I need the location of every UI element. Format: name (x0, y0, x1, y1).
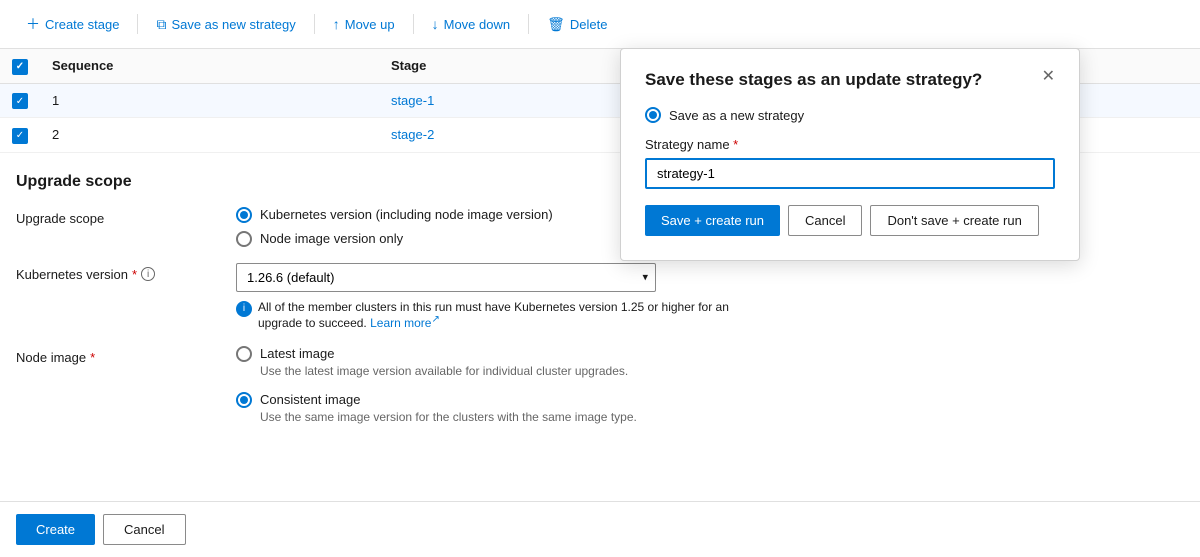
move-up-button[interactable]: ↑ Move up (323, 10, 405, 38)
node-image-control: Latest image Use the latest image versio… (236, 346, 1184, 424)
col-sequence: Sequence (40, 49, 379, 83)
dont-save-create-run-button[interactable]: Don't save + create run (870, 205, 1038, 236)
trash-icon: 🗑 (547, 16, 565, 33)
info-blue-icon: i (236, 301, 252, 317)
modal-close-button[interactable]: ✕ (1042, 69, 1055, 85)
toolbar-separator-1 (137, 14, 138, 34)
select-all-checkbox[interactable]: ✓ (12, 59, 28, 75)
row1-checkbox[interactable]: ✓ (12, 93, 28, 109)
toolbar-separator-2 (314, 14, 315, 34)
k8s-version-select-wrapper: 1.26.6 (default) ▾ (236, 263, 656, 292)
row2-stage: stage-2 (379, 118, 646, 153)
node-image-label: Node image * (16, 346, 236, 365)
k8s-version-control: 1.26.6 (default) ▾ i All of the member c… (236, 263, 1184, 330)
radio-k8s-icon (236, 207, 252, 223)
modal-radio-icon (645, 107, 661, 123)
row1-checkbox-cell: ✓ (0, 83, 40, 118)
strategy-required-star: * (733, 137, 738, 152)
row2-checkbox[interactable]: ✓ (12, 128, 28, 144)
modal-option-label: Save as a new strategy (669, 108, 804, 123)
consistent-image-sublabel: Use the same image version for the clust… (260, 410, 1184, 424)
create-button[interactable]: Create (16, 514, 95, 545)
external-link-icon: ↗ (431, 314, 439, 325)
arrow-up-icon: ↑ (333, 16, 340, 32)
node-consistent-radio-group: Consistent image Use the same image vers… (236, 386, 1184, 424)
toolbar: ＋ Create stage ⧉ Save as new strategy ↑ … (0, 0, 1200, 49)
radio-latest-image[interactable]: Latest image (236, 346, 1184, 362)
row2-seq: 2 (40, 118, 379, 153)
cancel-bottom-button[interactable]: Cancel (103, 514, 185, 545)
row1-seq: 1 (40, 83, 379, 118)
modal-cancel-button[interactable]: Cancel (788, 205, 862, 236)
k8s-version-select[interactable]: 1.26.6 (default) (236, 263, 656, 292)
toolbar-separator-3 (413, 14, 414, 34)
radio-latest-icon (236, 346, 252, 362)
delete-button[interactable]: 🗑 Delete (537, 10, 617, 39)
save-strategy-button[interactable]: ⧉ Save as new strategy (146, 10, 305, 39)
toolbar-separator-4 (528, 14, 529, 34)
bottom-bar: Create Cancel (0, 501, 1200, 557)
k8s-version-label: Kubernetes version * i (16, 263, 236, 282)
radio-consistent-icon (236, 392, 252, 408)
strategy-name-label: Strategy name * (645, 137, 1055, 152)
header-checkbox-cell: ✓ (0, 49, 40, 83)
k8s-version-info-icon[interactable]: i (141, 267, 155, 281)
upgrade-scope-label: Upgrade scope (16, 207, 236, 226)
plus-icon: ＋ (26, 14, 40, 34)
modal-save-option[interactable]: Save as a new strategy (645, 107, 1055, 123)
stage2-link[interactable]: stage-2 (391, 127, 434, 142)
radio-node-icon (236, 231, 252, 247)
save-strategy-modal: Save these stages as an update strategy?… (620, 48, 1080, 261)
kubernetes-version-row: Kubernetes version * i 1.26.6 (default) … (16, 263, 1184, 330)
row1-stage: stage-1 (379, 83, 646, 118)
node-latest-radio-group: Latest image Use the latest image versio… (236, 346, 1184, 378)
latest-image-sublabel: Use the latest image version available f… (260, 364, 1184, 378)
save-create-run-button[interactable]: Save + create run (645, 205, 780, 236)
radio-consistent-image[interactable]: Consistent image (236, 392, 1184, 408)
k8s-required-star: * (132, 267, 137, 282)
col-stage: Stage (379, 49, 646, 83)
modal-body: Save as a new strategy Strategy name * S… (645, 107, 1055, 236)
move-down-button[interactable]: ↓ Move down (422, 10, 520, 38)
stage1-link[interactable]: stage-1 (391, 93, 434, 108)
modal-header: Save these stages as an update strategy?… (645, 69, 1055, 91)
k8s-info-box: i All of the member clusters in this run… (236, 300, 756, 330)
create-stage-button[interactable]: ＋ Create stage (16, 8, 129, 40)
node-required-star: * (90, 350, 95, 365)
modal-title: Save these stages as an update strategy? (645, 69, 982, 91)
modal-actions: Save + create run Cancel Don't save + cr… (645, 205, 1055, 236)
learn-more-link[interactable]: Learn more↗ (370, 316, 440, 330)
strategy-name-input[interactable] (645, 158, 1055, 189)
arrow-down-icon: ↓ (432, 16, 439, 32)
save-icon: ⧉ (156, 16, 166, 33)
row2-checkbox-cell: ✓ (0, 118, 40, 153)
k8s-info-text: All of the member clusters in this run m… (258, 300, 756, 330)
node-image-row: Node image * Latest image Use the latest… (16, 346, 1184, 424)
